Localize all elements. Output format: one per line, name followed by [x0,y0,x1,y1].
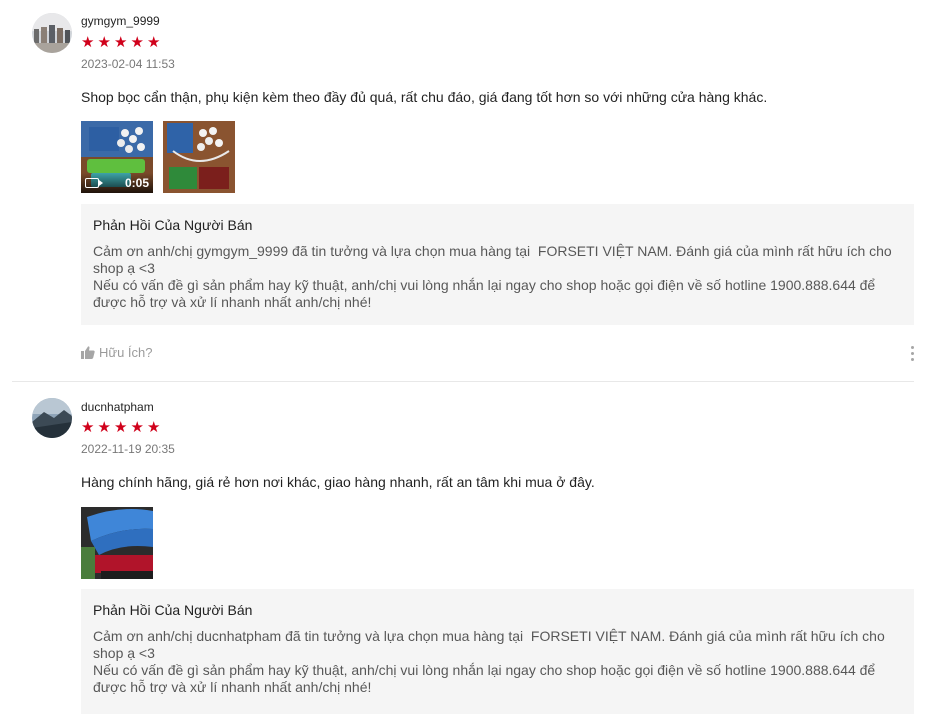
seller-reply-title: Phản Hồi Của Người Bán [93,217,253,233]
review-media [81,507,153,579]
star-icon: ★ [81,34,95,51]
reviewer-username[interactable]: ducnhatpham [81,400,154,414]
thumbs-up-icon [81,346,95,359]
star-icon: ★ [81,419,95,436]
more-options-button[interactable] [906,346,918,361]
star-icon: ★ [97,419,111,436]
seller-reply-text: Cảm ơn anh/chị ducnhatpham đã tin tưởng … [93,628,885,695]
seller-reply-title: Phản Hồi Của Người Bán [93,602,253,618]
seller-reply: Phản Hồi Của Người Bán Cảm ơn anh/chị gy… [81,204,914,325]
star-icon: ★ [114,419,128,436]
review-image-thumbnail[interactable] [81,507,153,579]
star-rating: ★ ★ ★ ★ ★ [81,35,163,51]
review-content: Hàng chính hãng, giá rẻ hơn nơi khác, gi… [81,474,595,490]
star-rating: ★ ★ ★ ★ ★ [81,420,163,436]
helpful-label: Hữu Ích? [99,345,153,360]
avatar[interactable] [32,398,72,438]
more-vertical-icon [910,346,914,349]
star-icon: ★ [130,419,144,436]
star-icon: ★ [147,419,161,436]
video-overlay: 0:05 [81,173,153,193]
review-date: 2022-11-19 20:35 [81,442,175,456]
review-item: ducnhatpham ★ ★ ★ ★ ★ 2022-11-19 20:35 H… [0,382,934,714]
seller-reply: Phản Hồi Của Người Bán Cảm ơn anh/chị du… [81,589,914,714]
video-camera-icon [85,178,103,188]
avatar[interactable] [32,13,72,53]
reviewer-username[interactable]: gymgym_9999 [81,14,160,28]
video-duration: 0:05 [124,176,149,190]
review-image-thumbnail[interactable] [163,121,235,193]
review-video-thumbnail[interactable]: 0:05 [81,121,153,193]
review-content: Shop bọc cẩn thận, phụ kiện kèm theo đầy… [81,89,768,105]
review-date: 2023-02-04 11:53 [81,57,175,71]
seller-reply-text: Cảm ơn anh/chị gymgym_9999 đã tin tưởng … [93,243,892,310]
review-item: gymgym_9999 ★ ★ ★ ★ ★ 2023-02-04 11:53 S… [0,0,934,381]
helpful-button[interactable]: Hữu Ích? [81,345,153,360]
star-icon: ★ [114,34,128,51]
star-icon: ★ [130,34,144,51]
star-icon: ★ [147,34,161,51]
star-icon: ★ [97,34,111,51]
review-media: 0:05 [81,121,235,193]
